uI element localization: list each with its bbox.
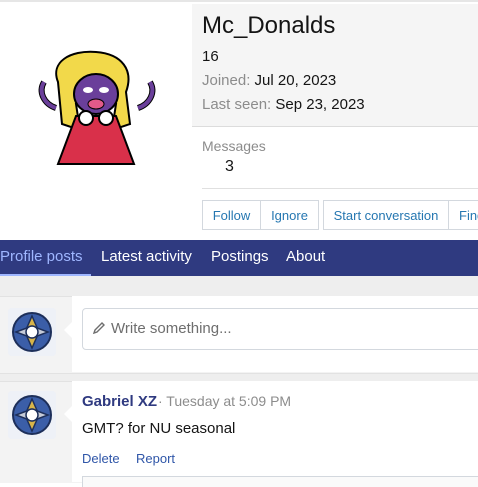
ignore-button[interactable]: Ignore: [260, 200, 319, 230]
composer-arrow: [64, 322, 72, 338]
profile-age: 16: [202, 48, 219, 65]
joined-label: Joined:: [202, 72, 251, 89]
tab-latest-activity[interactable]: Latest activity: [101, 240, 192, 276]
tab-profile-posts[interactable]: Profile posts: [0, 240, 91, 276]
follow-button[interactable]: Follow: [202, 200, 261, 230]
joined-value: Jul 20, 2023: [254, 72, 337, 89]
messages-count[interactable]: 3: [225, 158, 234, 176]
top-border: [0, 0, 478, 2]
profile-last-seen: Last seen: Sep 23, 2023: [202, 96, 365, 113]
post-author-link[interactable]: Gabriel XZ: [82, 393, 157, 410]
beyblade-avatar-icon: [8, 308, 56, 356]
last-seen-label: Last seen:: [202, 96, 272, 113]
profile-joined: Joined: Jul 20, 2023: [202, 72, 336, 89]
profile-username: Mc_Donalds: [202, 12, 336, 39]
report-link[interactable]: Report: [136, 451, 175, 466]
current-user-avatar[interactable]: [8, 308, 56, 356]
tab-postings[interactable]: Postings: [211, 240, 269, 276]
post-timestamp[interactable]: · Tuesday at 5:09 PM: [158, 393, 291, 409]
profile-avatar-panel: [0, 12, 191, 240]
post-body: GMT? for NU seasonal: [82, 420, 236, 437]
tab-about[interactable]: About: [286, 240, 325, 276]
beyblade-avatar-icon: [8, 391, 56, 439]
post-author-avatar[interactable]: [8, 391, 56, 439]
find-button[interactable]: Find: [448, 200, 478, 230]
profile-avatar-icon[interactable]: [0, 12, 191, 240]
write-something-input[interactable]: Write something...: [82, 308, 478, 350]
divider: [202, 188, 478, 189]
delete-link[interactable]: Delete: [82, 451, 120, 466]
start-conversation-button[interactable]: Start conversation: [323, 200, 449, 230]
messages-label: Messages: [202, 138, 266, 154]
pencil-icon: [92, 322, 105, 335]
post-arrow: [64, 406, 72, 422]
last-seen-value: Sep 23, 2023: [275, 96, 365, 113]
